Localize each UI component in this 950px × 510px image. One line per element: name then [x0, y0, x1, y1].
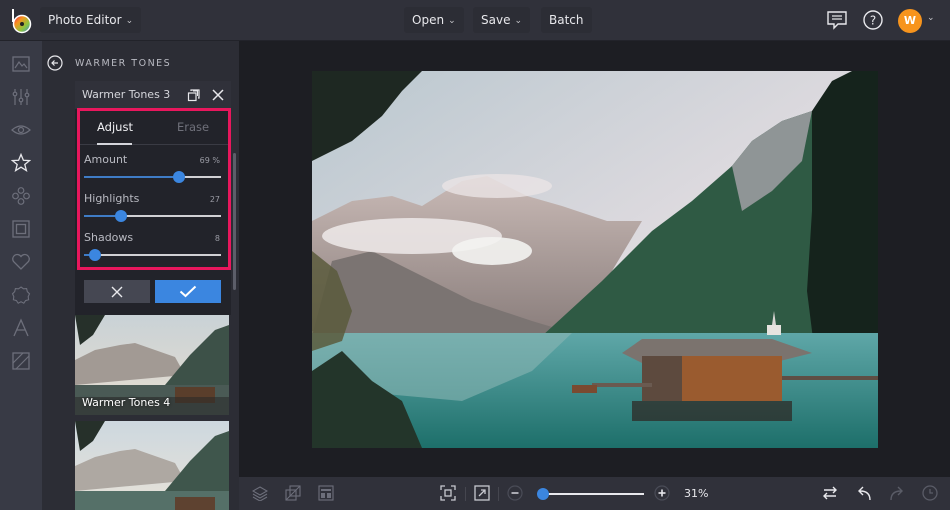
- thumbnail-image: [75, 421, 229, 510]
- shadows-label: Shadows: [84, 231, 134, 244]
- open-label: Open: [412, 13, 445, 27]
- active-tab-indicator: [97, 143, 132, 145]
- help-icon[interactable]: ?: [862, 9, 884, 31]
- crop-overlay-icon[interactable]: [285, 485, 301, 501]
- checkmark-icon: [179, 285, 197, 298]
- effect-tabs: Adjust Erase: [80, 111, 228, 145]
- top-bar: Photo Editor ⌄ Open ⌄ Save ⌄ Batch ? W ⌄: [0, 0, 950, 41]
- panel-title: WARMER TONES: [75, 58, 172, 69]
- flower-icon[interactable]: [11, 186, 31, 206]
- chevron-down-icon[interactable]: ⌄: [927, 13, 935, 23]
- layers-icon[interactable]: [252, 485, 268, 501]
- svg-text:?: ?: [870, 14, 876, 28]
- redo-icon[interactable]: [889, 485, 905, 501]
- zoom-in-icon[interactable]: [654, 485, 670, 501]
- eye-icon[interactable]: [11, 120, 31, 140]
- open-menu[interactable]: Open ⌄: [404, 7, 464, 33]
- thumbnail-label: Warmer Tones 4: [82, 396, 171, 409]
- user-avatar[interactable]: W: [898, 9, 922, 33]
- photo-canvas[interactable]: [312, 71, 878, 448]
- undo-icon[interactable]: [856, 485, 872, 501]
- photo-editor-menu-label: Photo Editor: [48, 13, 122, 27]
- comments-icon[interactable]: [826, 9, 848, 31]
- amount-slider-fill: [84, 176, 179, 178]
- befunky-logo-icon[interactable]: [10, 8, 32, 34]
- amount-slider[interactable]: [84, 171, 221, 183]
- card-header: Warmer Tones 3: [75, 81, 231, 109]
- chevron-down-icon: ⌄: [125, 15, 134, 26]
- highlights-slider[interactable]: [84, 210, 221, 222]
- photo-editor-menu[interactable]: Photo Editor ⌄: [40, 7, 142, 33]
- duplicate-icon[interactable]: [187, 88, 201, 102]
- batch-button[interactable]: Batch: [541, 7, 592, 33]
- sliders-icon[interactable]: [11, 87, 31, 107]
- divider: [498, 487, 499, 501]
- amount-label: Amount: [84, 153, 128, 166]
- save-label: Save: [481, 13, 511, 27]
- tool-rail: [0, 41, 42, 510]
- close-icon[interactable]: [211, 88, 225, 102]
- divider: [465, 487, 466, 501]
- batch-label: Batch: [549, 13, 584, 27]
- frame-icon[interactable]: [11, 219, 31, 239]
- effect-title: Warmer Tones 3: [82, 88, 171, 101]
- photo-editor-app: Photo Editor ⌄ Open ⌄ Save ⌄ Batch ? W ⌄: [0, 0, 950, 510]
- chevron-down-icon: ⌄: [448, 15, 456, 26]
- layout-icon[interactable]: [318, 485, 334, 501]
- amount-value: 69 %: [199, 156, 220, 165]
- cancel-button[interactable]: [84, 280, 150, 303]
- shadows-slider-thumb[interactable]: [88, 249, 101, 261]
- apply-button[interactable]: [155, 280, 221, 303]
- shadows-slider[interactable]: [84, 249, 221, 261]
- back-arrow-icon[interactable]: [47, 55, 63, 71]
- tab-adjust[interactable]: Adjust: [97, 120, 133, 134]
- close-icon: [111, 286, 123, 298]
- effect-thumbnail[interactable]: [75, 421, 229, 510]
- actual-size-icon[interactable]: [474, 485, 490, 501]
- image-icon[interactable]: [11, 54, 31, 74]
- amount-slider-thumb[interactable]: [172, 171, 185, 183]
- highlights-slider-thumb[interactable]: [114, 210, 127, 222]
- badge-icon[interactable]: [11, 285, 31, 305]
- zoom-slider-thumb[interactable]: [537, 488, 550, 500]
- texture-icon[interactable]: [11, 351, 31, 371]
- history-icon[interactable]: [922, 485, 938, 501]
- star-icon[interactable]: [11, 153, 31, 173]
- highlights-value: 27: [209, 195, 220, 204]
- heart-icon[interactable]: [11, 252, 31, 272]
- zoom-out-icon[interactable]: [507, 485, 523, 501]
- fit-screen-icon[interactable]: [440, 485, 456, 501]
- chevron-down-icon: ⌄: [514, 15, 523, 26]
- panel-scrollbar[interactable]: [233, 153, 236, 290]
- effect-thumbnail-warmer-tones-4[interactable]: Warmer Tones 4: [75, 315, 229, 415]
- zoom-slider[interactable]: [540, 493, 644, 495]
- text-icon[interactable]: [11, 318, 31, 338]
- compare-icon[interactable]: [822, 485, 838, 501]
- tab-erase[interactable]: Erase: [177, 120, 209, 134]
- highlights-label: Highlights: [84, 192, 140, 205]
- shadows-value: 8: [214, 234, 220, 243]
- zoom-percent: 31%: [684, 487, 709, 500]
- landscape-photo: [312, 71, 878, 448]
- save-menu[interactable]: Save ⌄: [473, 7, 531, 33]
